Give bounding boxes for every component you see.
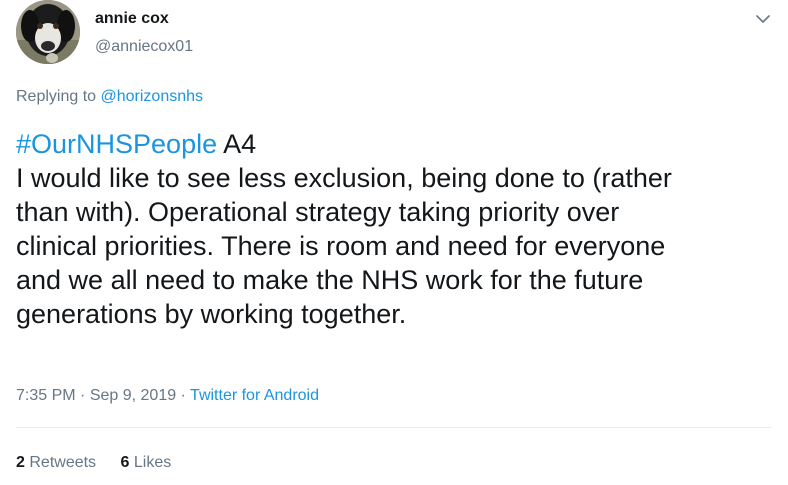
- tweet-text-line: I would like to see less exclusion, bein…: [16, 163, 672, 193]
- meta-separator: ·: [75, 387, 90, 404]
- reply-mention-link[interactable]: @horizonsnhs: [101, 88, 204, 105]
- author-display-name[interactable]: annie cox: [95, 8, 169, 30]
- tweet-text-fragment: A4: [217, 129, 257, 159]
- tweet-card: annie cox @anniecox01 Replying to @horiz…: [0, 0, 788, 485]
- likes-count: 6: [120, 454, 130, 471]
- likes-stat[interactable]: 6 Likes: [121, 452, 172, 474]
- tweet-metadata: 7:35 PM · Sep 9, 2019 · Twitter for Andr…: [16, 385, 319, 407]
- replying-to-label: Replying to: [16, 88, 97, 105]
- divider: [16, 427, 772, 428]
- retweets-label: Retweets: [29, 454, 97, 471]
- tweet-text: #OurNHSPeople A4 I would like to see les…: [16, 127, 776, 331]
- tweet-text-line: clinical priorities. There is room and n…: [16, 231, 666, 261]
- retweets-count: 2: [16, 454, 25, 471]
- author-handle[interactable]: @anniecox01: [95, 36, 193, 58]
- tweet-text-line: and we all need to make the NHS work for…: [16, 265, 644, 295]
- avatar[interactable]: [16, 0, 80, 64]
- tweet-text-line: generations by working together.: [16, 299, 407, 329]
- replying-to: Replying to @horizonsnhs: [16, 86, 203, 108]
- hashtag-link[interactable]: #OurNHSPeople: [16, 129, 217, 159]
- chevron-down-icon[interactable]: [752, 8, 774, 30]
- tweet-text-line: than with). Operational strategy taking …: [16, 197, 620, 227]
- meta-separator: ·: [176, 387, 191, 404]
- tweet-text-line: #OurNHSPeople A4: [16, 127, 776, 161]
- retweets-stat[interactable]: 2 Retweets: [16, 452, 96, 474]
- tweet-stats: 2 Retweets 6 Likes: [16, 452, 171, 474]
- likes-label: Likes: [133, 454, 172, 471]
- tweet-time[interactable]: 7:35 PM: [16, 387, 76, 404]
- tweet-source-link[interactable]: Twitter for Android: [190, 387, 319, 404]
- tweet-date[interactable]: Sep 9, 2019: [90, 387, 176, 404]
- dog-avatar-image: [16, 0, 80, 64]
